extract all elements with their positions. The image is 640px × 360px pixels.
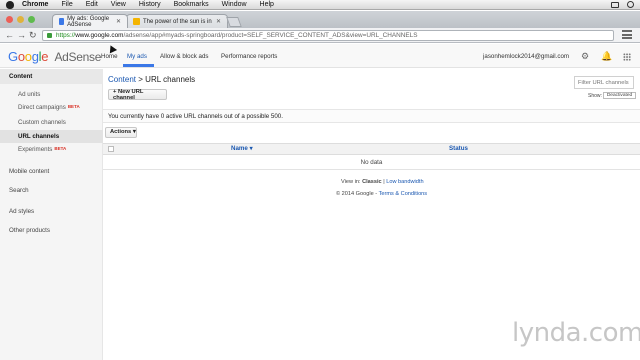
browser-toolbar: ← → ↻ https:// www.google.com /adsense/a…: [0, 28, 640, 43]
breadcrumb-content-link[interactable]: Content: [108, 75, 136, 84]
lock-icon: [47, 33, 52, 38]
actions-dropdown-button[interactable]: Actions ▾: [105, 127, 137, 138]
window-close-icon[interactable]: [6, 16, 13, 23]
tab-title: My ads: Google AdSense: [67, 15, 110, 28]
url-path: /adsense/app#myads-springboard/product=S…: [123, 32, 418, 39]
apps-grid-icon[interactable]: [623, 53, 631, 61]
account-email[interactable]: jasonhemlock2014@gmail.com: [483, 53, 569, 60]
nav-home[interactable]: Home: [101, 53, 118, 60]
sidebar-item-ad-units[interactable]: Ad units: [18, 91, 40, 98]
mac-menu-bar: Chrome File Edit View History Bookmarks …: [0, 0, 640, 10]
channel-count-notice: You currently have 0 active URL channels…: [103, 109, 640, 123]
spotlight-search-icon[interactable]: [627, 1, 634, 8]
new-tab-button[interactable]: [226, 17, 242, 27]
column-header-name[interactable]: Name ▾: [231, 145, 253, 152]
chrome-menu-icon[interactable]: [622, 30, 632, 39]
tab-title: The power of the sun is in: [143, 18, 212, 25]
breadcrumb: Content > URL channels: [108, 75, 195, 84]
google-adsense-logo[interactable]: Google AdSense: [8, 49, 101, 64]
page-favicon-icon: [133, 18, 140, 25]
lynda-watermark: lynda.com: [512, 318, 640, 348]
url-scheme: https://: [56, 32, 76, 39]
sidebar-section-other-products[interactable]: Other products: [9, 227, 50, 234]
menu-view[interactable]: View: [111, 1, 126, 8]
notifications-bell-icon[interactable]: 🔔: [601, 52, 612, 61]
menu-window[interactable]: Window: [222, 1, 247, 8]
menu-bookmarks[interactable]: Bookmarks: [174, 1, 209, 8]
terms-conditions-link[interactable]: Terms & Conditions: [379, 191, 428, 197]
adsense-header: Google AdSense Home My ads Allow & block…: [0, 44, 640, 68]
browser-tab-adsense[interactable]: My ads: Google AdSense ✕: [52, 14, 128, 28]
apple-logo-icon[interactable]: [6, 0, 14, 9]
column-header-status[interactable]: Status: [449, 145, 468, 152]
table-header: [103, 143, 640, 155]
menu-file[interactable]: File: [61, 1, 72, 8]
menu-edit[interactable]: Edit: [86, 1, 98, 8]
browser-tab-power-of-sun[interactable]: The power of the sun is in ✕: [126, 14, 228, 28]
sidebar-section-ad-styles[interactable]: Ad styles: [9, 208, 34, 215]
new-url-channel-button[interactable]: + New URL channel: [108, 89, 167, 101]
nav-my-ads[interactable]: My ads: [127, 53, 147, 60]
nav-performance-reports[interactable]: Performance reports: [221, 53, 277, 60]
sidebar-section-mobile-content[interactable]: Mobile content: [9, 168, 49, 175]
browser-tab-strip: My ads: Google AdSense ✕ The power of th…: [0, 11, 640, 28]
beta-badge: BETA: [54, 146, 67, 151]
view-mode-footer: View in: Classic | Low bandwidth: [341, 179, 424, 185]
sidebar-item-url-channels[interactable]: URL channels: [18, 133, 59, 140]
menu-history[interactable]: History: [139, 1, 161, 8]
breadcrumb-separator: >: [138, 75, 143, 84]
settings-gear-icon[interactable]: ⚙: [581, 52, 589, 61]
show-label: Show:: [588, 93, 602, 99]
low-bandwidth-link[interactable]: Low bandwidth: [386, 179, 423, 185]
table-empty-message: No data: [103, 155, 640, 170]
view-classic: Classic: [362, 179, 382, 185]
battery-icon[interactable]: [611, 1, 619, 8]
forward-arrow-icon[interactable]: →: [17, 30, 26, 40]
menu-chrome[interactable]: Chrome: [22, 1, 48, 8]
show-deactivated-select[interactable]: Deactivated: [603, 92, 636, 99]
sidebar-section-content[interactable]: Content: [9, 73, 32, 80]
url-host: www.google.com: [75, 32, 124, 39]
address-bar[interactable]: https:// www.google.com /adsense/app#mya…: [42, 30, 614, 41]
window-zoom-icon[interactable]: [28, 16, 35, 23]
copyright-footer: © 2014 Google - Terms & Conditions: [336, 191, 428, 197]
select-all-checkbox[interactable]: [108, 146, 114, 152]
active-nav-indicator: [123, 64, 154, 67]
sidebar-item-experiments[interactable]: Experiments BETA: [18, 146, 66, 153]
close-icon[interactable]: ✕: [216, 18, 221, 25]
nav-allow-block-ads[interactable]: Allow & block ads: [160, 53, 209, 60]
product-name: AdSense: [54, 50, 102, 64]
close-icon[interactable]: ✕: [116, 18, 121, 25]
adsense-favicon-icon: [59, 18, 65, 25]
window-minimize-icon[interactable]: [17, 16, 24, 23]
reload-icon[interactable]: ↻: [29, 30, 37, 40]
sidebar-section-search[interactable]: Search: [9, 187, 29, 194]
sidebar-item-direct-campaigns[interactable]: Direct campaigns BETA: [18, 104, 80, 111]
sidebar-item-custom-channels[interactable]: Custom channels: [18, 119, 66, 126]
menu-help[interactable]: Help: [260, 1, 274, 8]
beta-badge: BETA: [67, 104, 80, 109]
page-title: URL channels: [145, 75, 196, 84]
filter-url-channels-input[interactable]: [574, 76, 634, 89]
back-arrow-icon[interactable]: ←: [5, 30, 14, 40]
